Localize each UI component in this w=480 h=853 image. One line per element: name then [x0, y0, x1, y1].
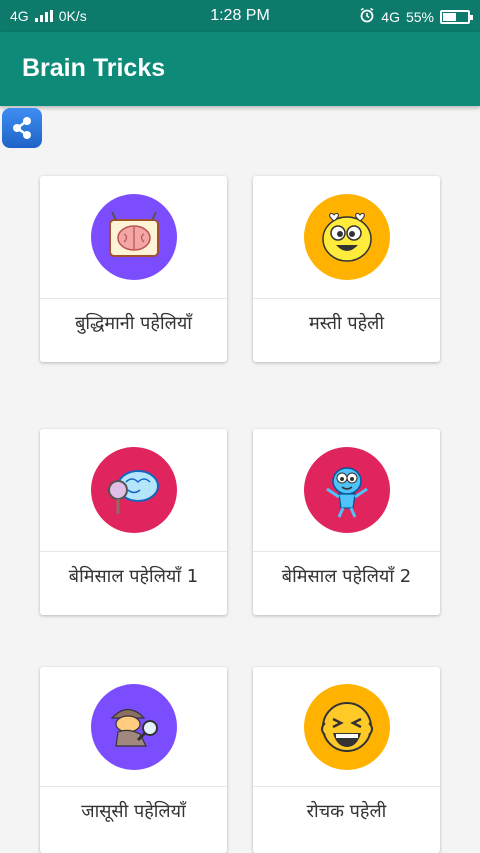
share-icon: [13, 117, 31, 139]
card-image-area: [40, 429, 227, 552]
card-image-area: [40, 667, 227, 787]
brain-magnifier-icon: [90, 447, 177, 533]
alarm-icon: [359, 7, 375, 26]
brain-icon: [90, 194, 177, 280]
app-bar: Brain Tricks: [0, 32, 480, 106]
app-title: Brain Tricks: [22, 54, 166, 82]
battery-icon: [440, 9, 473, 24]
laughing-icon: [303, 683, 390, 770]
cartoon-icon: [303, 447, 390, 533]
card-interesting-riddle[interactable]: रोचक पहेली: [253, 667, 440, 853]
network-type-right: 4G: [381, 8, 400, 25]
card-intelligent-riddles[interactable]: बुद्धिमानी पहेलियाँ: [40, 176, 227, 362]
card-unique-riddles-1[interactable]: बेमिसाल पहेलियाँ 1: [40, 429, 227, 615]
card-fun-riddle[interactable]: मस्ती पहेली: [253, 176, 440, 362]
card-label: जासूसी पहेलियाँ: [81, 801, 186, 822]
card-image-area: [253, 667, 440, 787]
smiley-icon: [303, 194, 390, 280]
card-label: बेमिसाल पहेलियाँ 2: [281, 566, 412, 587]
card-unique-riddles-2[interactable]: बेमिसाल पहेलियाँ 2: [253, 429, 440, 615]
card-image-area: [253, 429, 440, 552]
card-label: बेमिसाल पहेलियाँ 1: [68, 566, 199, 587]
battery-percent: 55%: [405, 8, 434, 25]
card-detective-riddles[interactable]: जासूसी पहेलियाँ: [40, 667, 227, 853]
card-image-area: [40, 176, 227, 299]
card-image-area: [253, 176, 440, 299]
status-bar: 4G 0K/s 1:28 PM 4G 55%: [0, 0, 480, 32]
card-label: मस्ती पहेली: [308, 313, 385, 334]
detective-icon: [90, 683, 177, 770]
card-label: रोचक पहेली: [306, 801, 387, 822]
share-button[interactable]: [2, 108, 42, 148]
card-label: बुद्धिमानी पहेलियाँ: [75, 313, 192, 334]
